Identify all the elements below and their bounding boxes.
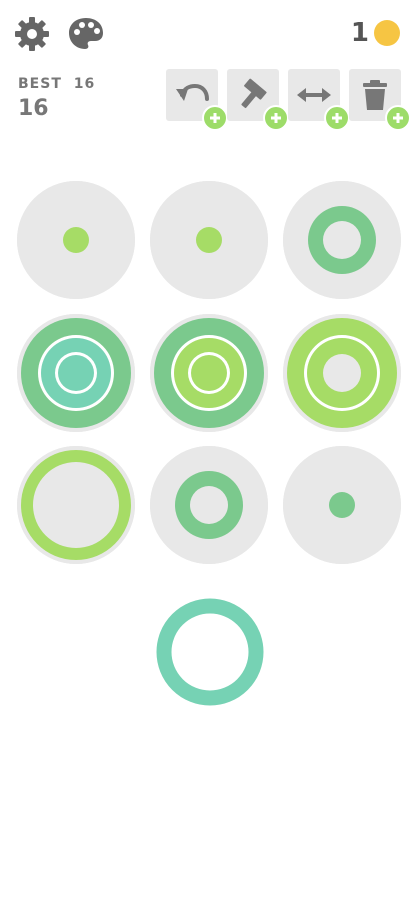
trash-button[interactable] xyxy=(349,69,411,131)
add-trash-button[interactable] xyxy=(385,105,411,131)
board-cell[interactable] xyxy=(17,181,135,299)
add-undo-button[interactable] xyxy=(202,105,228,131)
next-piece[interactable] xyxy=(154,596,266,708)
board-cell[interactable] xyxy=(283,314,401,432)
small-ring xyxy=(329,492,355,518)
swap-button[interactable] xyxy=(288,69,350,131)
hammer-button[interactable] xyxy=(227,69,289,131)
plus-icon xyxy=(393,113,403,123)
gear-icon xyxy=(15,17,49,51)
board-cell[interactable] xyxy=(150,314,268,432)
board-cell[interactable] xyxy=(283,446,401,564)
board-cell[interactable] xyxy=(150,181,268,299)
small-ring xyxy=(196,227,222,253)
add-swap-button[interactable] xyxy=(324,105,350,131)
board-cell[interactable] xyxy=(283,181,401,299)
coin-count: 1 xyxy=(350,18,369,48)
add-hammer-button[interactable] xyxy=(263,105,289,131)
undo-icon xyxy=(176,83,209,101)
undo-button[interactable] xyxy=(166,69,228,131)
large-ring xyxy=(156,598,264,706)
plus-icon xyxy=(210,113,220,123)
board-cell[interactable] xyxy=(150,446,268,564)
palette-icon xyxy=(69,18,103,49)
best-score-value: 16 xyxy=(73,76,96,92)
small-ring xyxy=(58,355,94,391)
theme-button[interactable] xyxy=(66,14,106,54)
trash-icon xyxy=(363,80,387,110)
small-ring xyxy=(63,227,89,253)
small-ring xyxy=(191,355,227,391)
current-score: 16 xyxy=(18,96,49,121)
settings-button[interactable] xyxy=(12,14,52,54)
board-cell[interactable] xyxy=(17,314,135,432)
coin-icon xyxy=(374,20,400,46)
board-cell[interactable] xyxy=(17,446,135,564)
hammer-icon xyxy=(241,78,267,109)
best-score-label: BEST xyxy=(18,76,62,92)
plus-icon xyxy=(271,113,281,123)
plus-icon xyxy=(332,113,342,123)
best-score: BEST 16 xyxy=(18,76,95,92)
swap-icon xyxy=(297,88,331,102)
